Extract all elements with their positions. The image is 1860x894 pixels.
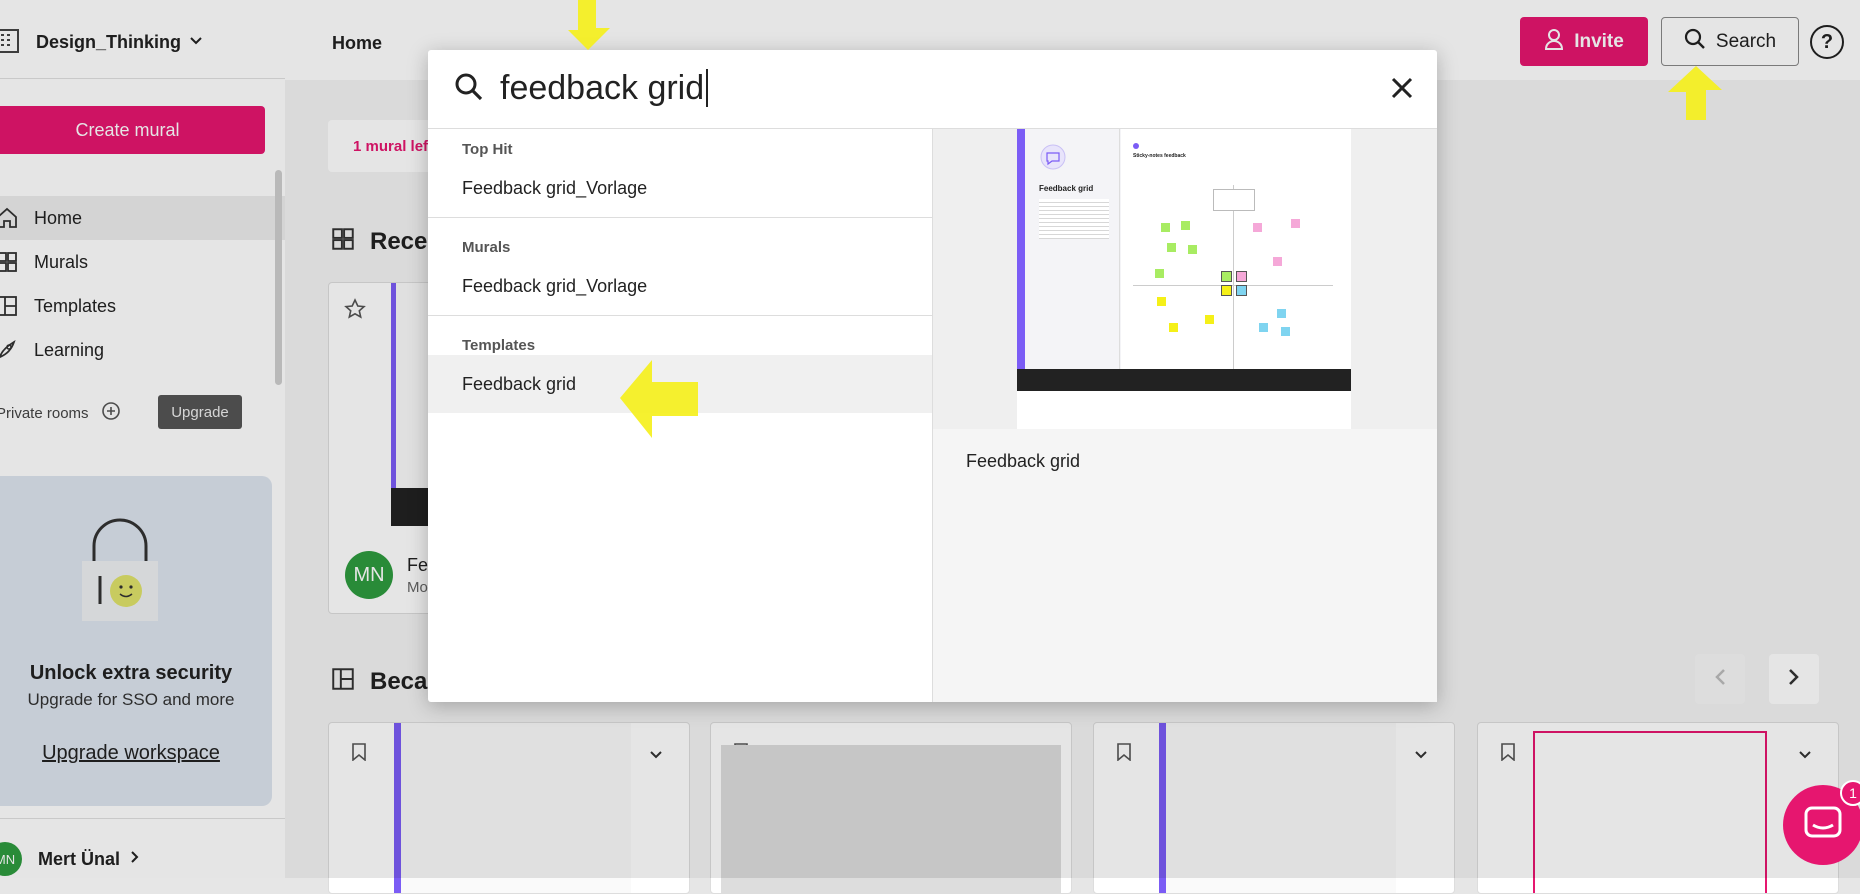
notification-count-badge: 1 xyxy=(1840,780,1860,806)
divider xyxy=(428,315,932,316)
search-input-row: feedback grid xyxy=(428,50,1437,129)
feedback-quadrants xyxy=(1133,185,1333,385)
search-query: feedback grid xyxy=(500,68,705,107)
result-item-top-hit[interactable]: Feedback grid_Vorlage xyxy=(428,159,932,217)
preview-thumb-header: Sticky-notes feedback xyxy=(1133,153,1186,159)
chat-icon xyxy=(1803,805,1843,846)
annotation-arrow-up xyxy=(1664,62,1724,125)
chat-bubble-icon xyxy=(1039,143,1067,176)
preview-title: Feedback grid xyxy=(966,451,1081,471)
close-icon[interactable] xyxy=(1390,76,1414,105)
divider xyxy=(428,217,932,218)
result-label: Feedback grid_Vorlage xyxy=(462,275,648,296)
search-icon xyxy=(454,72,484,107)
result-label: Feedback grid_Vorlage xyxy=(462,177,648,198)
result-item-mural[interactable]: Feedback grid_Vorlage xyxy=(428,257,932,315)
preview-thumb-text xyxy=(1039,199,1109,239)
search-input[interactable]: feedback grid xyxy=(500,64,709,112)
annotation-arrow-down xyxy=(560,0,620,57)
search-modal: feedback grid Top Hit Feedback grid_Vorl… xyxy=(428,50,1437,702)
section-heading-murals: Murals xyxy=(462,239,511,256)
section-heading-templates: Templates xyxy=(462,337,536,354)
section-heading-top-hit: Top Hit xyxy=(462,141,513,158)
annotation-arrow-left xyxy=(620,356,700,445)
search-preview-pane: Feedback grid Sticky-notes feedback Feed… xyxy=(933,129,1437,702)
text-cursor xyxy=(706,69,709,107)
preview-thumbnail: Feedback grid Sticky-notes feedback xyxy=(933,129,1437,429)
preview-thumb-title: Feedback grid xyxy=(1039,184,1094,193)
preview-thumb-footer xyxy=(1017,369,1351,391)
result-label: Feedback grid xyxy=(462,373,577,394)
